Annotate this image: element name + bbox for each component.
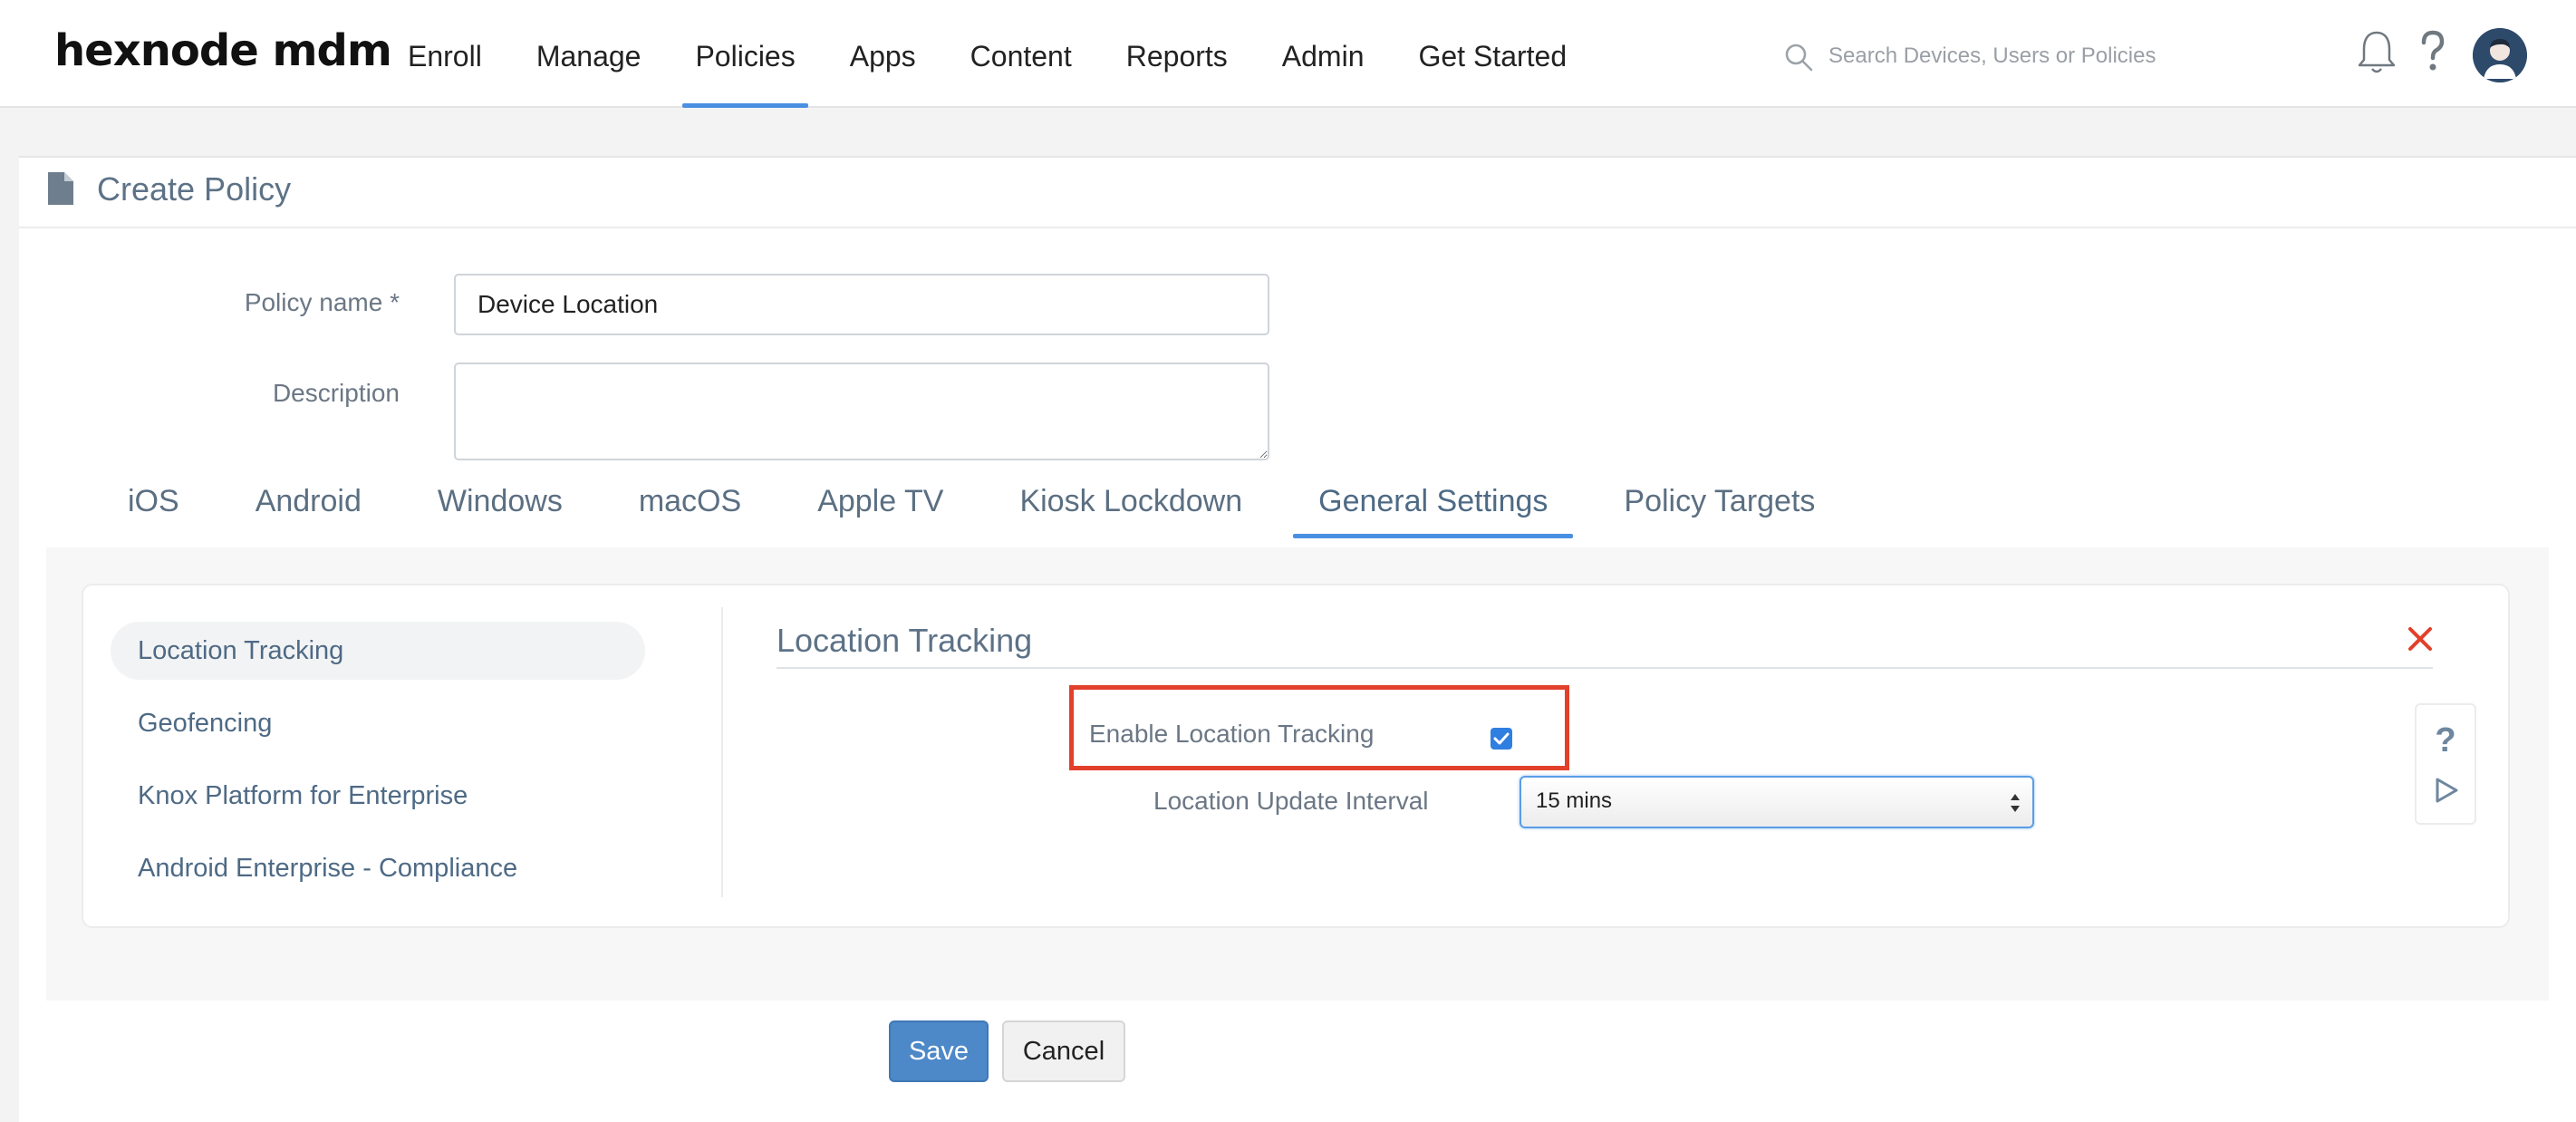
tab-windows[interactable]: Windows [400, 475, 601, 538]
select-arrows-icon [2011, 794, 2020, 812]
search-input[interactable] [1828, 34, 2227, 78]
enable-location-tracking-label: Enable Location Tracking [1089, 720, 1375, 748]
platform-tabs: iOS Android Windows macOS Apple TV Kiosk… [90, 475, 1853, 538]
create-policy-card: Create Policy Policy name * Description … [19, 156, 2576, 1122]
bell-icon[interactable] [2354, 27, 2399, 78]
settings-area: Location Tracking Geofencing Knox Platfo… [46, 547, 2549, 1001]
select-value: 15 mins [1536, 788, 1613, 813]
enable-location-tracking-checkbox[interactable] [1491, 728, 1512, 750]
user-avatar[interactable] [2473, 28, 2527, 82]
document-icon [48, 172, 73, 205]
main-nav: Enroll Manage Policies Apps Content Repo… [381, 0, 1594, 108]
question-icon[interactable]: ? [2417, 721, 2475, 760]
global-search [1778, 34, 2231, 78]
checkmark-icon [1493, 732, 1510, 745]
tab-macos[interactable]: macOS [601, 475, 779, 538]
description-label: Description [272, 379, 400, 407]
tab-kiosk-lockdown[interactable]: Kiosk Lockdown [981, 475, 1280, 538]
policy-name-label: Policy name * [244, 288, 400, 316]
location-update-interval-label: Location Update Interval [1153, 787, 1429, 815]
top-navigation-bar: hexnode mdm Enroll Manage Policies Apps … [0, 0, 2576, 108]
sidebar-item-knox-platform[interactable]: Knox Platform for Enterprise [111, 767, 645, 825]
save-button[interactable]: Save [889, 1020, 989, 1082]
nav-admin[interactable]: Admin [1255, 0, 1392, 108]
hexnode-logo[interactable]: hexnode mdm [54, 25, 392, 76]
tab-apple-tv[interactable]: Apple TV [779, 475, 981, 538]
sidebar-item-location-tracking[interactable]: Location Tracking [111, 622, 645, 680]
policy-name-input[interactable] [454, 274, 1269, 335]
tab-general-settings[interactable]: General Settings [1280, 475, 1586, 538]
cancel-button[interactable]: Cancel [1002, 1020, 1125, 1082]
sidebar-item-geofencing[interactable]: Geofencing [111, 694, 645, 752]
card-header: Create Policy [19, 158, 2576, 228]
nav-apps[interactable]: Apps [823, 0, 943, 108]
tab-android[interactable]: Android [217, 475, 400, 538]
section-title: Location Tracking [777, 622, 1033, 659]
play-icon[interactable] [2433, 776, 2460, 805]
nav-reports[interactable]: Reports [1099, 0, 1255, 108]
search-icon [1785, 44, 1813, 72]
description-input[interactable] [454, 363, 1269, 460]
settings-sidebar: Location Tracking Geofencing Knox Platfo… [111, 622, 645, 912]
avatar-person-icon [2473, 28, 2527, 82]
tab-policy-targets[interactable]: Policy Targets [1586, 475, 1853, 538]
settings-panel: Location Tracking Geofencing Knox Platfo… [82, 584, 2510, 928]
help-icon[interactable] [2410, 27, 2455, 78]
panel-divider [721, 607, 723, 897]
help-side-box: ? [2415, 703, 2476, 825]
page-title: Create Policy [97, 170, 292, 208]
tab-ios[interactable]: iOS [90, 475, 217, 538]
location-update-interval-select[interactable]: 15 mins [1520, 776, 2034, 828]
nav-enroll[interactable]: Enroll [381, 0, 509, 108]
nav-manage[interactable]: Manage [509, 0, 669, 108]
nav-get-started[interactable]: Get Started [1391, 0, 1594, 108]
nav-content[interactable]: Content [943, 0, 1099, 108]
section-underline [777, 667, 2433, 669]
nav-policies[interactable]: Policies [668, 0, 822, 108]
sidebar-item-android-enterprise-compliance[interactable]: Android Enterprise - Compliance [111, 839, 645, 897]
close-icon[interactable] [2405, 624, 2436, 654]
